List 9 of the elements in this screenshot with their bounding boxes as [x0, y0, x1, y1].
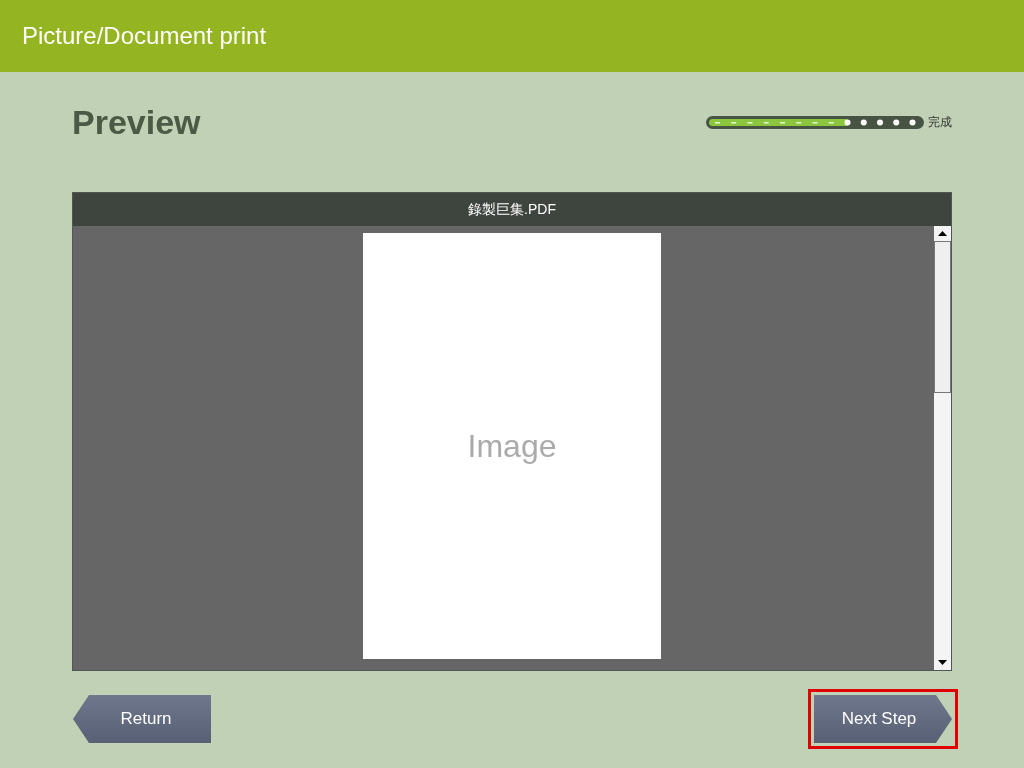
- page-placeholder-label: Image: [467, 427, 557, 466]
- scrollbar-thumb[interactable]: [934, 241, 951, 393]
- scrollbar[interactable]: [934, 226, 951, 670]
- file-name: 錄製巨集.PDF: [468, 200, 556, 219]
- return-button[interactable]: Return: [73, 695, 211, 743]
- next-step-button[interactable]: Next Step: [814, 695, 952, 743]
- page-title: Preview: [72, 101, 201, 143]
- progress-end-label: 完成: [928, 114, 952, 131]
- header-title: Picture/Document print: [22, 21, 267, 51]
